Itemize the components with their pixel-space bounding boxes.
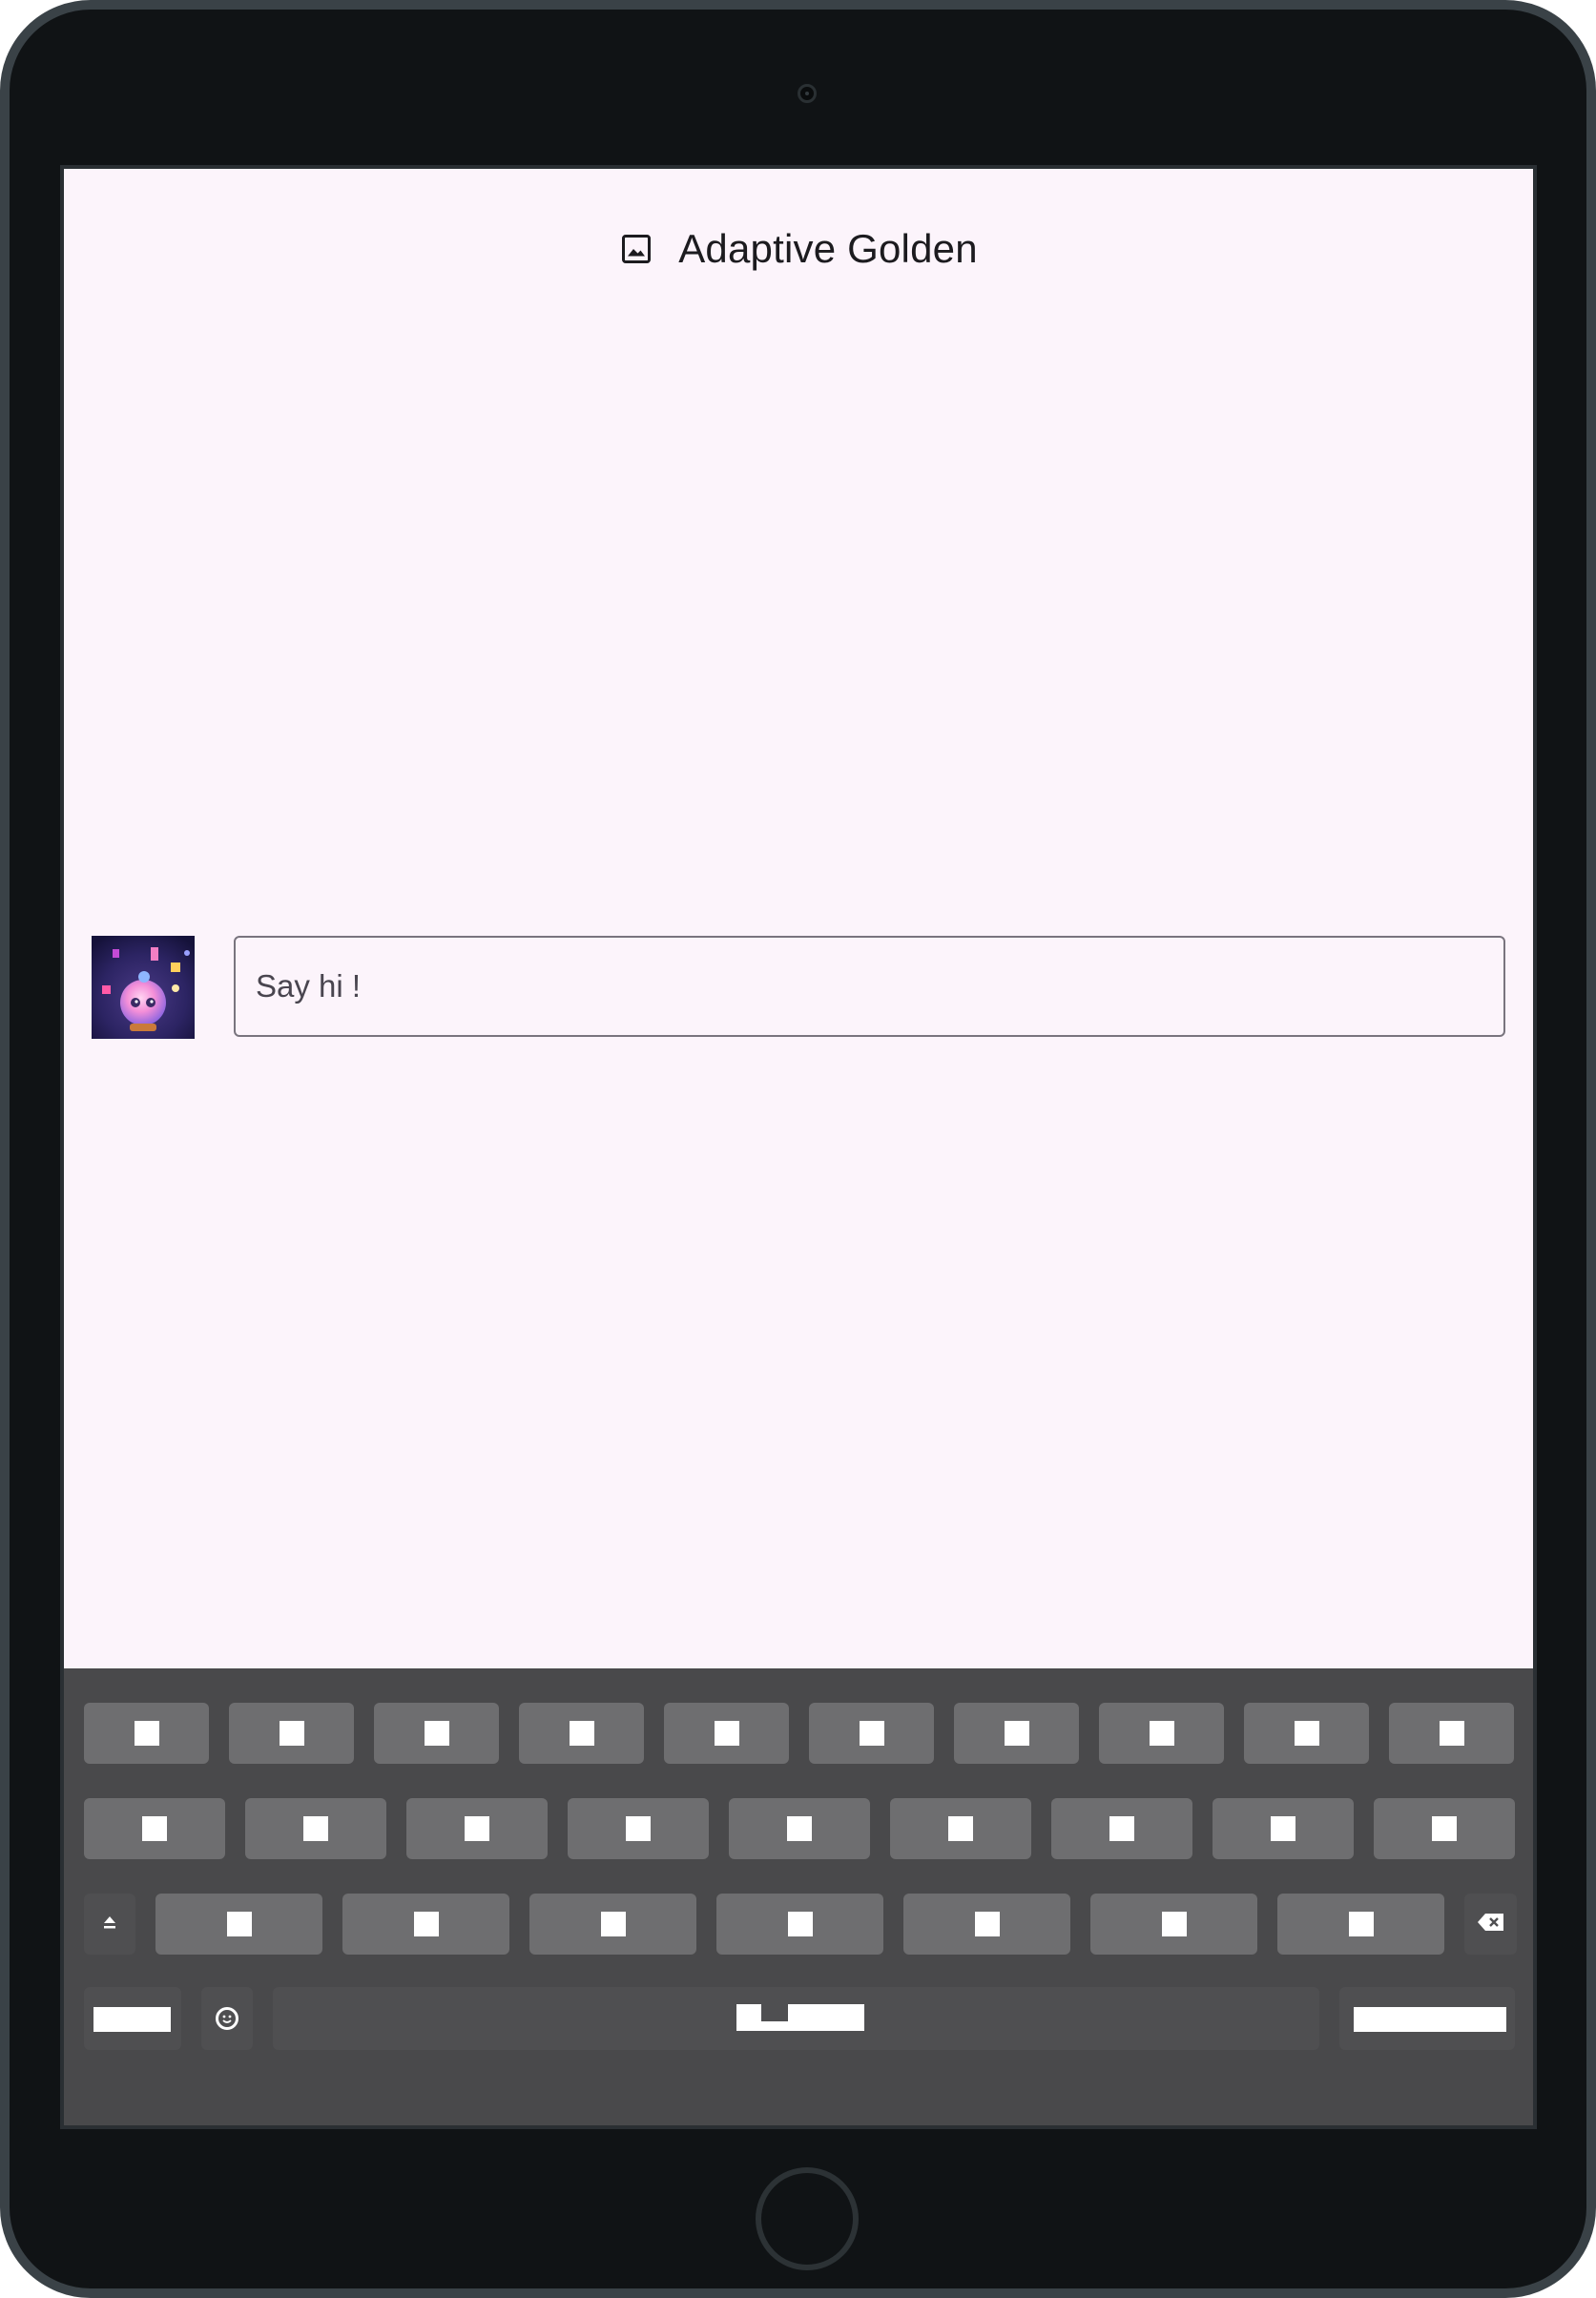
shift-icon: [101, 1915, 118, 1935]
keyboard-key[interactable]: [229, 1703, 354, 1764]
key-glyph: [787, 1912, 813, 1936]
key-glyph: [974, 1912, 1000, 1936]
keyboard-key[interactable]: [903, 1894, 1070, 1955]
key-glyph: [1439, 1721, 1464, 1746]
keyboard-key[interactable]: [954, 1703, 1079, 1764]
key-glyph: [714, 1721, 739, 1746]
page-title: Adaptive Golden: [678, 226, 978, 271]
avatar[interactable]: [92, 936, 195, 1039]
keyboard-key[interactable]: [1244, 1703, 1369, 1764]
key-glyph: [736, 2004, 761, 2031]
key-glyph: [1109, 1816, 1134, 1841]
key-glyph: [1354, 2007, 1506, 2032]
backspace-icon: [1477, 1912, 1505, 1937]
image-icon: [619, 232, 653, 266]
emoji-key[interactable]: [201, 1987, 253, 2050]
keyboard-key[interactable]: [529, 1894, 696, 1955]
keyboard-key[interactable]: [245, 1798, 386, 1859]
keyboard-key[interactable]: [729, 1798, 870, 1859]
key-glyph: [761, 2021, 788, 2031]
emoji-icon: [216, 2007, 238, 2030]
front-camera: [798, 84, 817, 103]
keyboard-key[interactable]: [1277, 1894, 1444, 1955]
key-glyph: [303, 1816, 328, 1841]
key-glyph: [788, 2004, 864, 2031]
key-glyph: [626, 1816, 651, 1841]
shift-key[interactable]: [84, 1894, 135, 1955]
space-bar[interactable]: [273, 1987, 1319, 2050]
keyboard-key[interactable]: [519, 1703, 644, 1764]
backspace-key[interactable]: [1464, 1894, 1517, 1955]
keyboard-key[interactable]: [342, 1894, 509, 1955]
key-glyph: [1271, 1816, 1295, 1841]
key-glyph: [93, 2007, 171, 2032]
key-glyph: [859, 1721, 884, 1746]
key-glyph: [413, 1912, 439, 1936]
keyboard-key[interactable]: [84, 1798, 225, 1859]
keyboard-key[interactable]: [1099, 1703, 1224, 1764]
symbols-key[interactable]: [84, 1987, 181, 2050]
key-glyph: [1004, 1721, 1029, 1746]
keyboard-key[interactable]: [664, 1703, 789, 1764]
keyboard-key[interactable]: [84, 1703, 209, 1764]
keyboard-key[interactable]: [890, 1798, 1031, 1859]
keyboard-key[interactable]: [1051, 1798, 1192, 1859]
app-screen: Adaptive Golden Say hi !: [60, 165, 1537, 2129]
key-glyph: [279, 1721, 304, 1746]
message-placeholder: Say hi !: [256, 968, 362, 1004]
keyboard-key[interactable]: [568, 1798, 709, 1859]
key-glyph: [142, 1816, 167, 1841]
keyboard-key[interactable]: [406, 1798, 548, 1859]
keyboard-key[interactable]: [1374, 1798, 1515, 1859]
keyboard-key[interactable]: [1389, 1703, 1514, 1764]
message-composer: Say hi !: [64, 936, 1533, 1041]
key-glyph: [1348, 1912, 1374, 1936]
key-glyph: [134, 1721, 159, 1746]
home-button[interactable]: [756, 2167, 859, 2270]
key-glyph: [948, 1816, 973, 1841]
message-input[interactable]: Say hi !: [234, 936, 1505, 1037]
keyboard-key[interactable]: [1090, 1894, 1257, 1955]
key-glyph: [569, 1721, 594, 1746]
key-glyph: [424, 1721, 449, 1746]
enter-key[interactable]: [1339, 1987, 1515, 2050]
key-glyph: [1432, 1816, 1457, 1841]
key-glyph: [1294, 1721, 1319, 1746]
key-glyph: [465, 1816, 489, 1841]
keyboard-key[interactable]: [716, 1894, 883, 1955]
app-bar: Adaptive Golden: [64, 218, 1533, 279]
key-glyph: [226, 1912, 252, 1936]
on-screen-keyboard: [64, 1668, 1533, 2125]
key-glyph: [600, 1912, 626, 1936]
key-glyph: [1161, 1912, 1187, 1936]
keyboard-key[interactable]: [809, 1703, 934, 1764]
key-glyph: [787, 1816, 812, 1841]
keyboard-key[interactable]: [1213, 1798, 1354, 1859]
keyboard-key[interactable]: [155, 1894, 322, 1955]
key-glyph: [1149, 1721, 1174, 1746]
keyboard-key[interactable]: [374, 1703, 499, 1764]
